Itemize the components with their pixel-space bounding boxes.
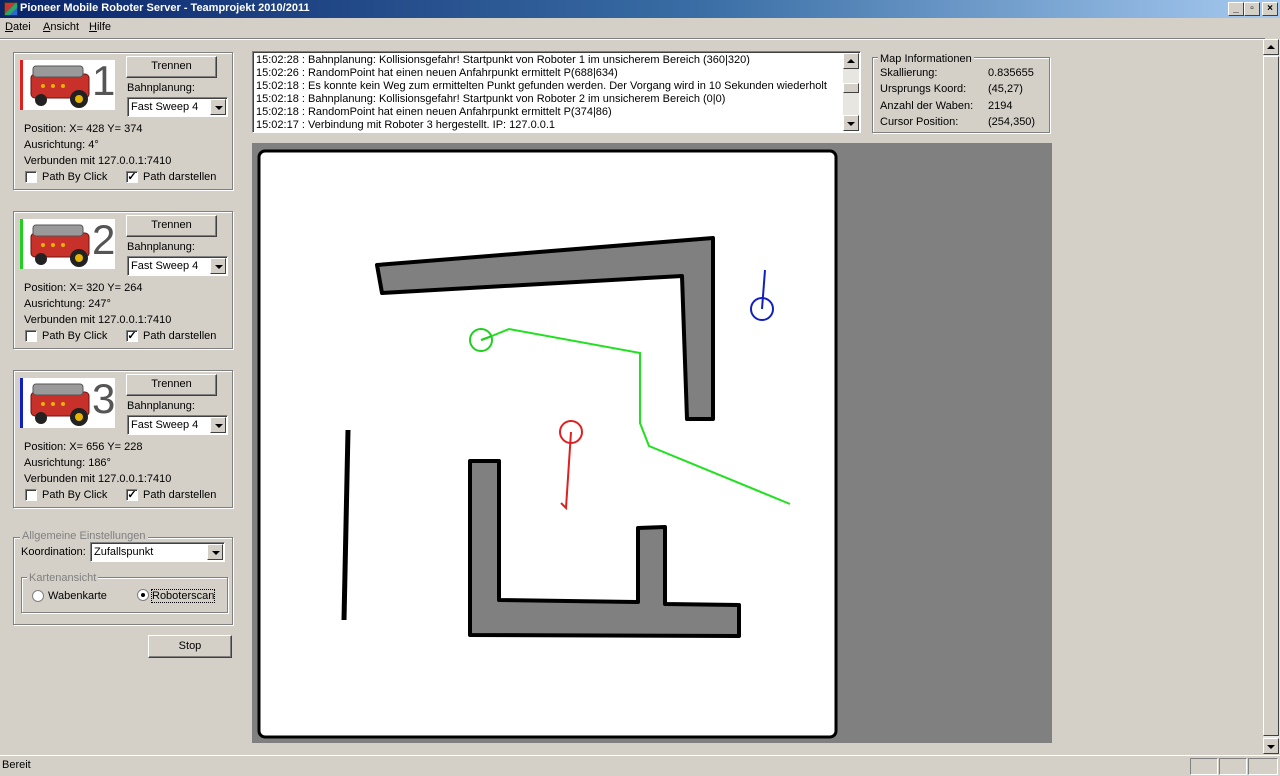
scroll-thumb[interactable] (1263, 56, 1279, 736)
robotscan-radio[interactable] (137, 589, 149, 601)
resize-grip-icon[interactable] (1248, 758, 1278, 775)
robot-color-indicator (20, 60, 23, 110)
disconnect-button[interactable]: Trennen (126, 374, 217, 396)
show-path-checkbox[interactable]: ✓ (126, 330, 138, 342)
close-button[interactable]: × (1262, 2, 1278, 16)
menu-bar: Datei Ansicht Hilfe (0, 19, 1280, 38)
log-line: 15:02:18 : Es konnte kein Weg zum ermitt… (256, 80, 827, 92)
robot-color-indicator (20, 219, 23, 269)
minimize-button[interactable]: _ (1228, 2, 1244, 16)
planning-select[interactable]: Fast Sweep 4 (127, 415, 228, 435)
path-by-click-checkbox[interactable] (25, 330, 37, 342)
robot-orientation: Ausrichtung: 186° (24, 457, 111, 469)
event-log[interactable]: 15:02:28 : Bahnplanung: Kollisionsgefahr… (252, 51, 861, 133)
origin-value: (45,27) (988, 83, 1023, 95)
cursor-position-value: (254,350) (988, 116, 1036, 128)
origin-label: Ursprungs Koord: (880, 83, 967, 95)
path-by-click-checkbox[interactable] (25, 171, 37, 183)
menu-separator (0, 38, 1265, 40)
robot-number: 1 (92, 57, 116, 104)
robot-position: Position: X= 320 Y= 264 (24, 282, 143, 294)
status-panel (1190, 758, 1218, 775)
log-line: 15:02:18 : RandomPoint hat einen neuen A… (256, 106, 612, 118)
robot-orientation: Ausrichtung: 247° (24, 298, 111, 310)
show-path-label: Path darstellen (143, 171, 217, 183)
cursor-position-label: Cursor Position: (880, 116, 959, 128)
status-panel (1219, 758, 1247, 775)
menu-datei[interactable]: Datei (5, 21, 31, 33)
show-path-label: Path darstellen (143, 489, 217, 501)
robot-connection: Verbunden mit 127.0.0.1:7410 (24, 314, 172, 326)
path-by-click-label: Path By Click (42, 330, 108, 342)
scroll-down-icon[interactable] (843, 115, 859, 131)
log-line: 15:02:26 : RandomPoint hat einen neuen A… (256, 67, 618, 79)
title-bar: Pioneer Mobile Roboter Server - Teamproj… (0, 0, 1280, 18)
planning-label: Bahnplanung: (127, 400, 195, 412)
cell-count-label: Anzahl der Waben: (880, 100, 974, 112)
path-by-click-checkbox[interactable] (25, 489, 37, 501)
map-canvas[interactable] (252, 143, 1052, 743)
log-line: 15:02:28 : Bahnplanung: Kollisionsgefahr… (256, 54, 750, 66)
scale-value: 0.835655 (988, 67, 1034, 79)
robot-number: 2 (92, 216, 116, 263)
disconnect-button[interactable]: Trennen (126, 56, 217, 78)
robot-color-indicator (20, 378, 23, 428)
robot-connection: Verbunden mit 127.0.0.1:7410 (24, 473, 172, 485)
log-scrollbar[interactable] (843, 53, 859, 131)
log-line: 15:02:17 : Verbindung mit Roboter 3 herg… (256, 119, 556, 131)
coordination-label: Koordination: (21, 546, 86, 558)
stop-button[interactable]: Stop (148, 635, 232, 658)
planning-select[interactable]: Fast Sweep 4 (127, 256, 228, 276)
scroll-up-icon[interactable] (1263, 39, 1279, 55)
map-view-title: Kartenansicht (27, 572, 99, 584)
status-bar: Bereit (0, 755, 1280, 776)
path-by-click-label: Path By Click (42, 171, 108, 183)
robotscan-label: Roboterscan (150, 589, 216, 603)
robot-position: Position: X= 428 Y= 374 (24, 123, 143, 135)
map-info-title: Map Informationen (878, 53, 974, 65)
robot-number: 3 (92, 375, 116, 422)
menu-hilfe[interactable]: Hilfe (89, 21, 111, 33)
planning-value: Fast Sweep 4 (131, 419, 199, 431)
show-path-label: Path darstellen (143, 330, 217, 342)
chevron-down-icon[interactable] (210, 99, 226, 115)
log-line: 15:02:18 : Bahnplanung: Kollisionsgefahr… (256, 93, 726, 105)
maximize-button[interactable]: ▫ (1244, 2, 1260, 16)
path-by-click-label: Path By Click (42, 489, 108, 501)
scroll-up-icon[interactable] (843, 53, 859, 69)
cell-count-value: 2194 (988, 100, 1013, 112)
planning-value: Fast Sweep 4 (131, 101, 199, 113)
disconnect-button[interactable]: Trennen (126, 215, 217, 237)
planning-label: Bahnplanung: (127, 82, 195, 94)
chevron-down-icon[interactable] (207, 544, 223, 560)
scroll-down-icon[interactable] (1263, 738, 1279, 754)
status-text: Bereit (2, 759, 31, 771)
scale-label: Skallierung: (880, 67, 938, 79)
planning-select[interactable]: Fast Sweep 4 (127, 97, 228, 117)
chevron-down-icon[interactable] (210, 258, 226, 274)
show-path-checkbox[interactable]: ✓ (126, 171, 138, 183)
coordination-select[interactable]: Zufallspunkt (90, 542, 225, 562)
show-path-checkbox[interactable]: ✓ (126, 489, 138, 501)
window-title: Pioneer Mobile Roboter Server - Teamproj… (20, 2, 310, 14)
app-icon (4, 2, 18, 16)
window-scrollbar[interactable] (1263, 39, 1280, 754)
general-settings-title: Allgemeine Einstellungen (20, 530, 148, 542)
chevron-down-icon[interactable] (210, 417, 226, 433)
planning-value: Fast Sweep 4 (131, 260, 199, 272)
scroll-thumb[interactable] (843, 83, 859, 93)
planning-label: Bahnplanung: (127, 241, 195, 253)
honeycomb-label: Wabenkarte (48, 590, 107, 602)
robot-orientation: Ausrichtung: 4° (24, 139, 99, 151)
robot-position: Position: X= 656 Y= 228 (24, 441, 143, 453)
coordination-value: Zufallspunkt (94, 546, 154, 558)
map-view[interactable] (252, 143, 1052, 743)
menu-ansicht[interactable]: Ansicht (43, 21, 79, 33)
robot-connection: Verbunden mit 127.0.0.1:7410 (24, 155, 172, 167)
honeycomb-radio[interactable] (32, 590, 44, 602)
